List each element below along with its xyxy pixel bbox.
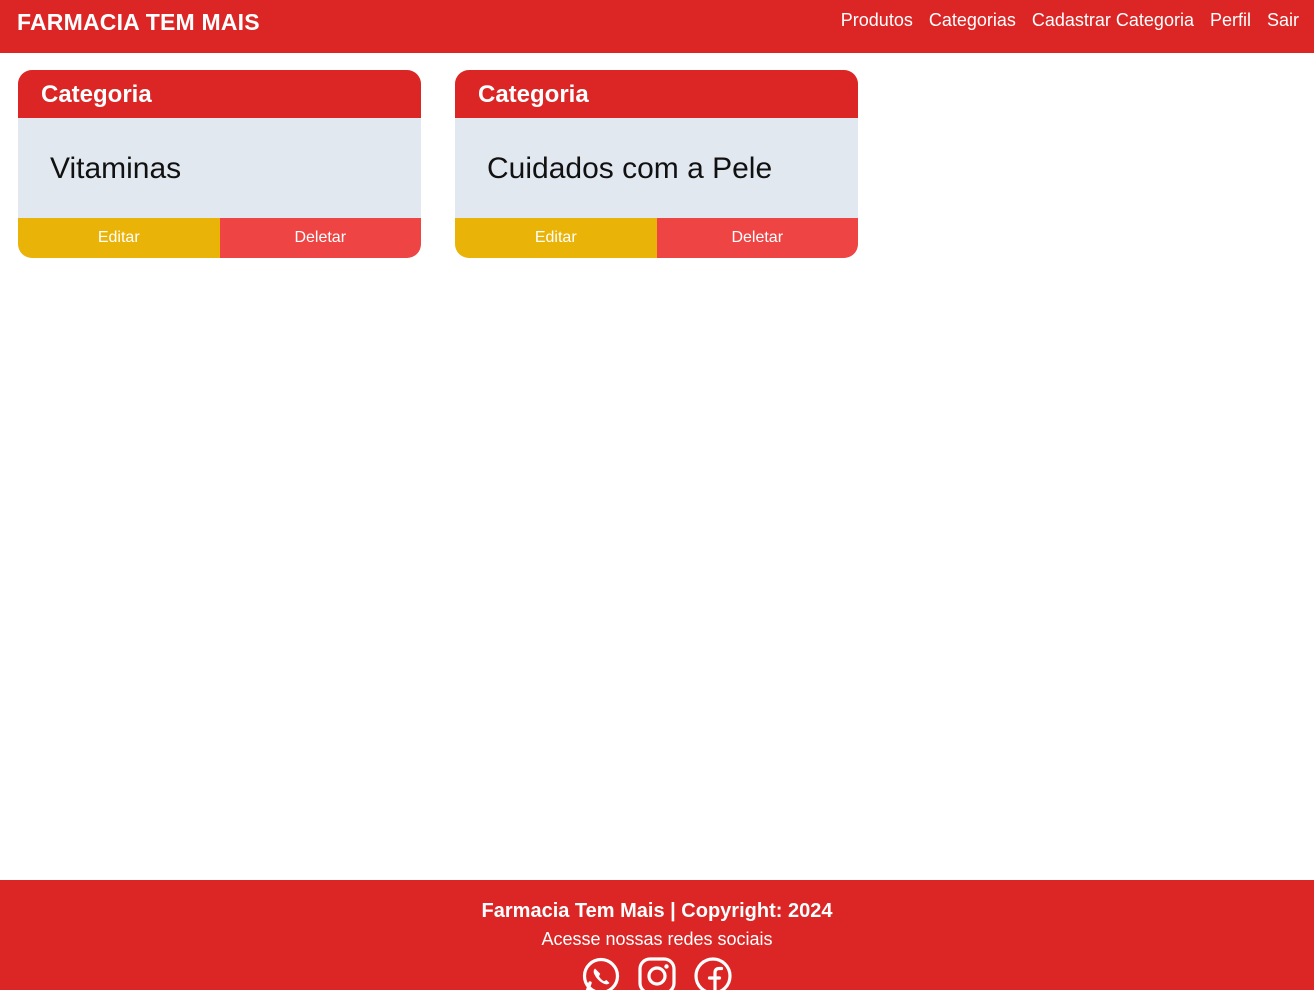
category-cards: Categoria Vitaminas Editar Deletar Categ… (18, 70, 858, 258)
delete-button[interactable]: Deletar (656, 218, 858, 258)
category-card: Categoria Cuidados com a Pele Editar Del… (455, 70, 858, 258)
card-actions: Editar Deletar (18, 218, 421, 258)
footer-subtitle: Acesse nossas redes sociais (541, 929, 773, 949)
nav-link-produtos[interactable]: Produtos (841, 10, 913, 31)
social-links (0, 956, 1314, 990)
category-card: Categoria Vitaminas Editar Deletar (18, 70, 421, 258)
card-actions: Editar Deletar (455, 218, 858, 258)
category-name: Vitaminas (18, 118, 421, 218)
footer-title: Farmacia Tem Mais | Copyright: 2024 (481, 900, 833, 922)
nav-link-cadastrar-categoria[interactable]: Cadastrar Categoria (1032, 10, 1194, 31)
whatsapp-icon[interactable] (581, 956, 621, 990)
navbar: FARMACIA TEM MAIS Produtos Categorias Ca… (0, 0, 1314, 53)
nav-link-perfil[interactable]: Perfil (1210, 10, 1251, 31)
facebook-icon[interactable] (693, 956, 733, 990)
footer: Farmacia Tem Mais | Copyright: 2024 Aces… (0, 880, 1314, 990)
brand-title[interactable]: FARMACIA TEM MAIS (17, 9, 260, 36)
nav-links: Produtos Categorias Cadastrar Categoria … (841, 10, 1299, 31)
instagram-icon[interactable] (637, 956, 677, 990)
nav-link-sair[interactable]: Sair (1267, 10, 1299, 31)
card-header: Categoria (18, 70, 421, 118)
delete-button[interactable]: Deletar (219, 218, 421, 258)
category-name: Cuidados com a Pele (455, 118, 858, 218)
card-header: Categoria (455, 70, 858, 118)
nav-link-categorias[interactable]: Categorias (929, 10, 1016, 31)
edit-button[interactable]: Editar (455, 218, 657, 258)
edit-button[interactable]: Editar (18, 218, 220, 258)
